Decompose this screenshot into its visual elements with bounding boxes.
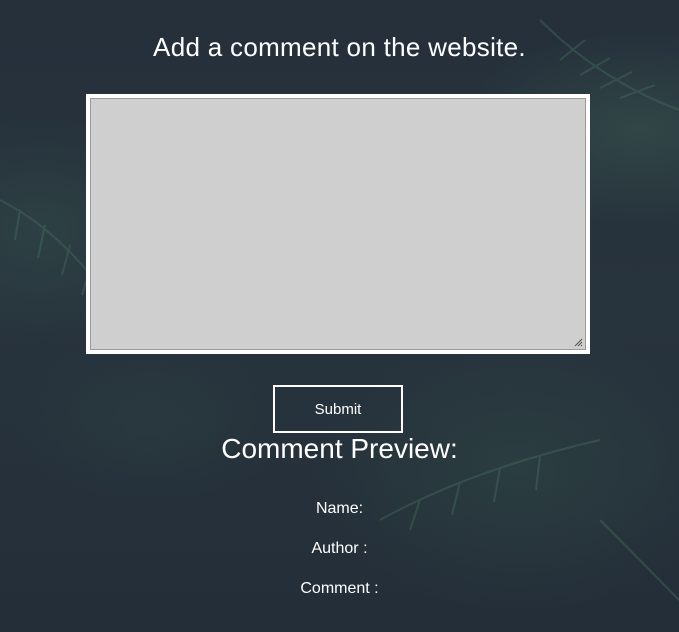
resize-grip-icon[interactable]: [574, 338, 583, 347]
page-content: Add a comment on the website. Submit Com…: [0, 0, 679, 632]
preview-author-label: Author :: [311, 540, 368, 557]
preview-name-label: Name:: [315, 500, 364, 517]
comment-textarea-frame: [86, 94, 590, 354]
comment-textarea[interactable]: [90, 98, 586, 350]
comment-form-heading: Add a comment on the website.: [153, 32, 526, 62]
submit-button[interactable]: Submit: [273, 385, 403, 433]
preview-comment-label: Comment :: [300, 580, 379, 597]
comment-preview-heading: Comment Preview:: [221, 433, 458, 464]
